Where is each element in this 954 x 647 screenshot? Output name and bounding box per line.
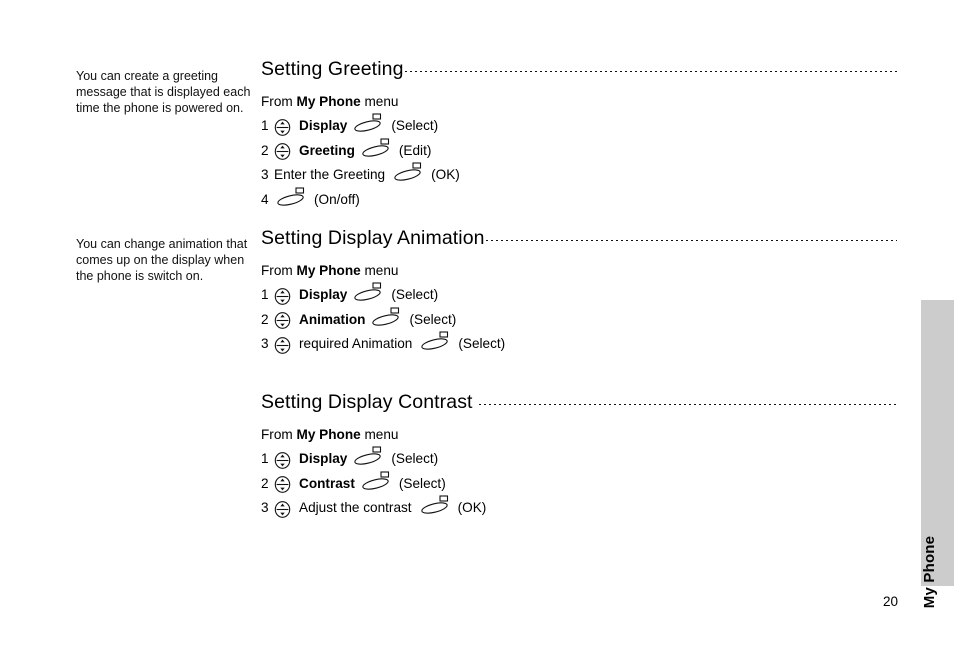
step-label: Contrast [299, 475, 355, 491]
step-action: (On/off) [314, 191, 360, 207]
navigation-key-icon [274, 451, 291, 469]
from-prefix: From [261, 94, 297, 109]
section-heading-text: Setting Greeting [261, 58, 404, 80]
chapter-tab: My Phone [921, 300, 954, 608]
soft-key-icon [359, 471, 395, 491]
section-setting-display-contrast: Setting Display Contrast From My Phone m… [261, 391, 897, 521]
chapter-tab-label: My Phone [920, 535, 938, 609]
main-content-column: Setting Greeting From My Phone menu 1 Di [261, 0, 901, 647]
navigation-key-icon [274, 500, 291, 518]
section-heading: Setting Display Animation [261, 227, 897, 250]
step-number: 3 [261, 336, 269, 352]
step-action: (Select) [409, 311, 457, 327]
step-action: (Select) [391, 118, 439, 134]
margin-notes-column: You can create a greeting message that i… [76, 0, 256, 647]
from-menu-line: From My Phone menu [261, 93, 897, 111]
step-action: (OK) [457, 500, 487, 516]
step-label: Greeting [299, 142, 355, 158]
navigation-key-icon [274, 312, 291, 330]
menu-name: My Phone [296, 94, 361, 109]
from-prefix: From [261, 263, 297, 278]
soft-key-icon [359, 138, 395, 158]
section-heading: Setting Display Contrast [261, 391, 897, 414]
list-item: 3 required Animation (Select) [261, 331, 897, 357]
list-item: 3 Adjust the contrast (OK) [261, 495, 897, 521]
step-label: Display [299, 118, 348, 134]
step-list: 1 Display [261, 446, 897, 521]
navigation-key-icon [274, 287, 291, 305]
soft-key-icon [391, 162, 427, 182]
step-label: required Animation [299, 336, 413, 352]
dot-leader [485, 240, 897, 241]
soft-key-icon [351, 113, 387, 133]
step-number: 3 [261, 167, 269, 183]
menu-name: My Phone [296, 427, 361, 442]
step-number: 2 [261, 475, 269, 491]
step-number: 1 [261, 287, 269, 303]
section-heading: Setting Greeting [261, 58, 897, 81]
list-item: 1 Display (Select) [261, 113, 897, 139]
menu-name: My Phone [296, 263, 361, 278]
list-item: 4 (On/off) [261, 187, 897, 213]
navigation-key-icon [274, 118, 291, 136]
soft-key-icon [418, 331, 454, 351]
step-label: Display [299, 287, 348, 303]
section-heading-text: Setting Display Animation [261, 227, 485, 249]
navigation-key-icon [274, 336, 291, 354]
step-action: (Select) [391, 451, 439, 467]
step-action: (OK) [431, 167, 460, 183]
list-item: 1 Display (Select) [261, 446, 897, 472]
soft-key-icon [351, 282, 387, 302]
from-menu-line: From My Phone menu [261, 262, 897, 280]
from-suffix: menu [360, 94, 399, 109]
list-item: 2 Contrast (Select) [261, 471, 897, 497]
step-number: 3 [261, 500, 269, 516]
soft-key-icon [351, 446, 387, 466]
step-action: (Select) [458, 336, 506, 352]
soft-key-icon [369, 307, 405, 327]
step-number: 2 [261, 311, 269, 327]
step-label: Animation [299, 311, 366, 327]
dot-leader [404, 71, 897, 72]
page-number: 20 [882, 594, 898, 609]
from-menu-line: From My Phone menu [261, 426, 897, 444]
step-number: 1 [261, 118, 269, 134]
step-list: 1 Display [261, 282, 897, 357]
list-item: 1 Display (Select) [261, 282, 897, 308]
step-label: Display [299, 451, 348, 467]
list-item: 2 Animation (Select) [261, 307, 897, 333]
list-item: 3 Enter the Greeting (OK) [261, 162, 897, 188]
margin-note: You can change animation that comes up o… [76, 237, 248, 284]
dot-leader [478, 404, 897, 405]
navigation-key-icon [274, 476, 291, 494]
section-setting-display-animation: Setting Display Animation From My Phone … [261, 227, 897, 357]
step-action: (Select) [398, 475, 446, 491]
section-setting-greeting: Setting Greeting From My Phone menu 1 Di [261, 58, 897, 212]
step-list: 1 Display [261, 113, 897, 213]
soft-key-icon [274, 187, 310, 207]
step-label: Enter the Greeting [274, 167, 386, 183]
from-prefix: From [261, 427, 297, 442]
soft-key-icon [418, 495, 454, 515]
step-number: 2 [261, 142, 269, 158]
step-label: Adjust the contrast [299, 500, 412, 516]
section-heading-text: Setting Display Contrast [261, 391, 473, 413]
step-number: 4 [261, 191, 269, 207]
margin-note: You can create a greeting message that i… [76, 69, 251, 116]
from-suffix: menu [360, 263, 399, 278]
step-action: (Edit) [398, 142, 432, 158]
step-number: 1 [261, 451, 269, 467]
navigation-key-icon [274, 143, 291, 161]
list-item: 2 Greeting (Edit) [261, 138, 897, 164]
step-action: (Select) [391, 287, 439, 303]
from-suffix: menu [360, 427, 399, 442]
